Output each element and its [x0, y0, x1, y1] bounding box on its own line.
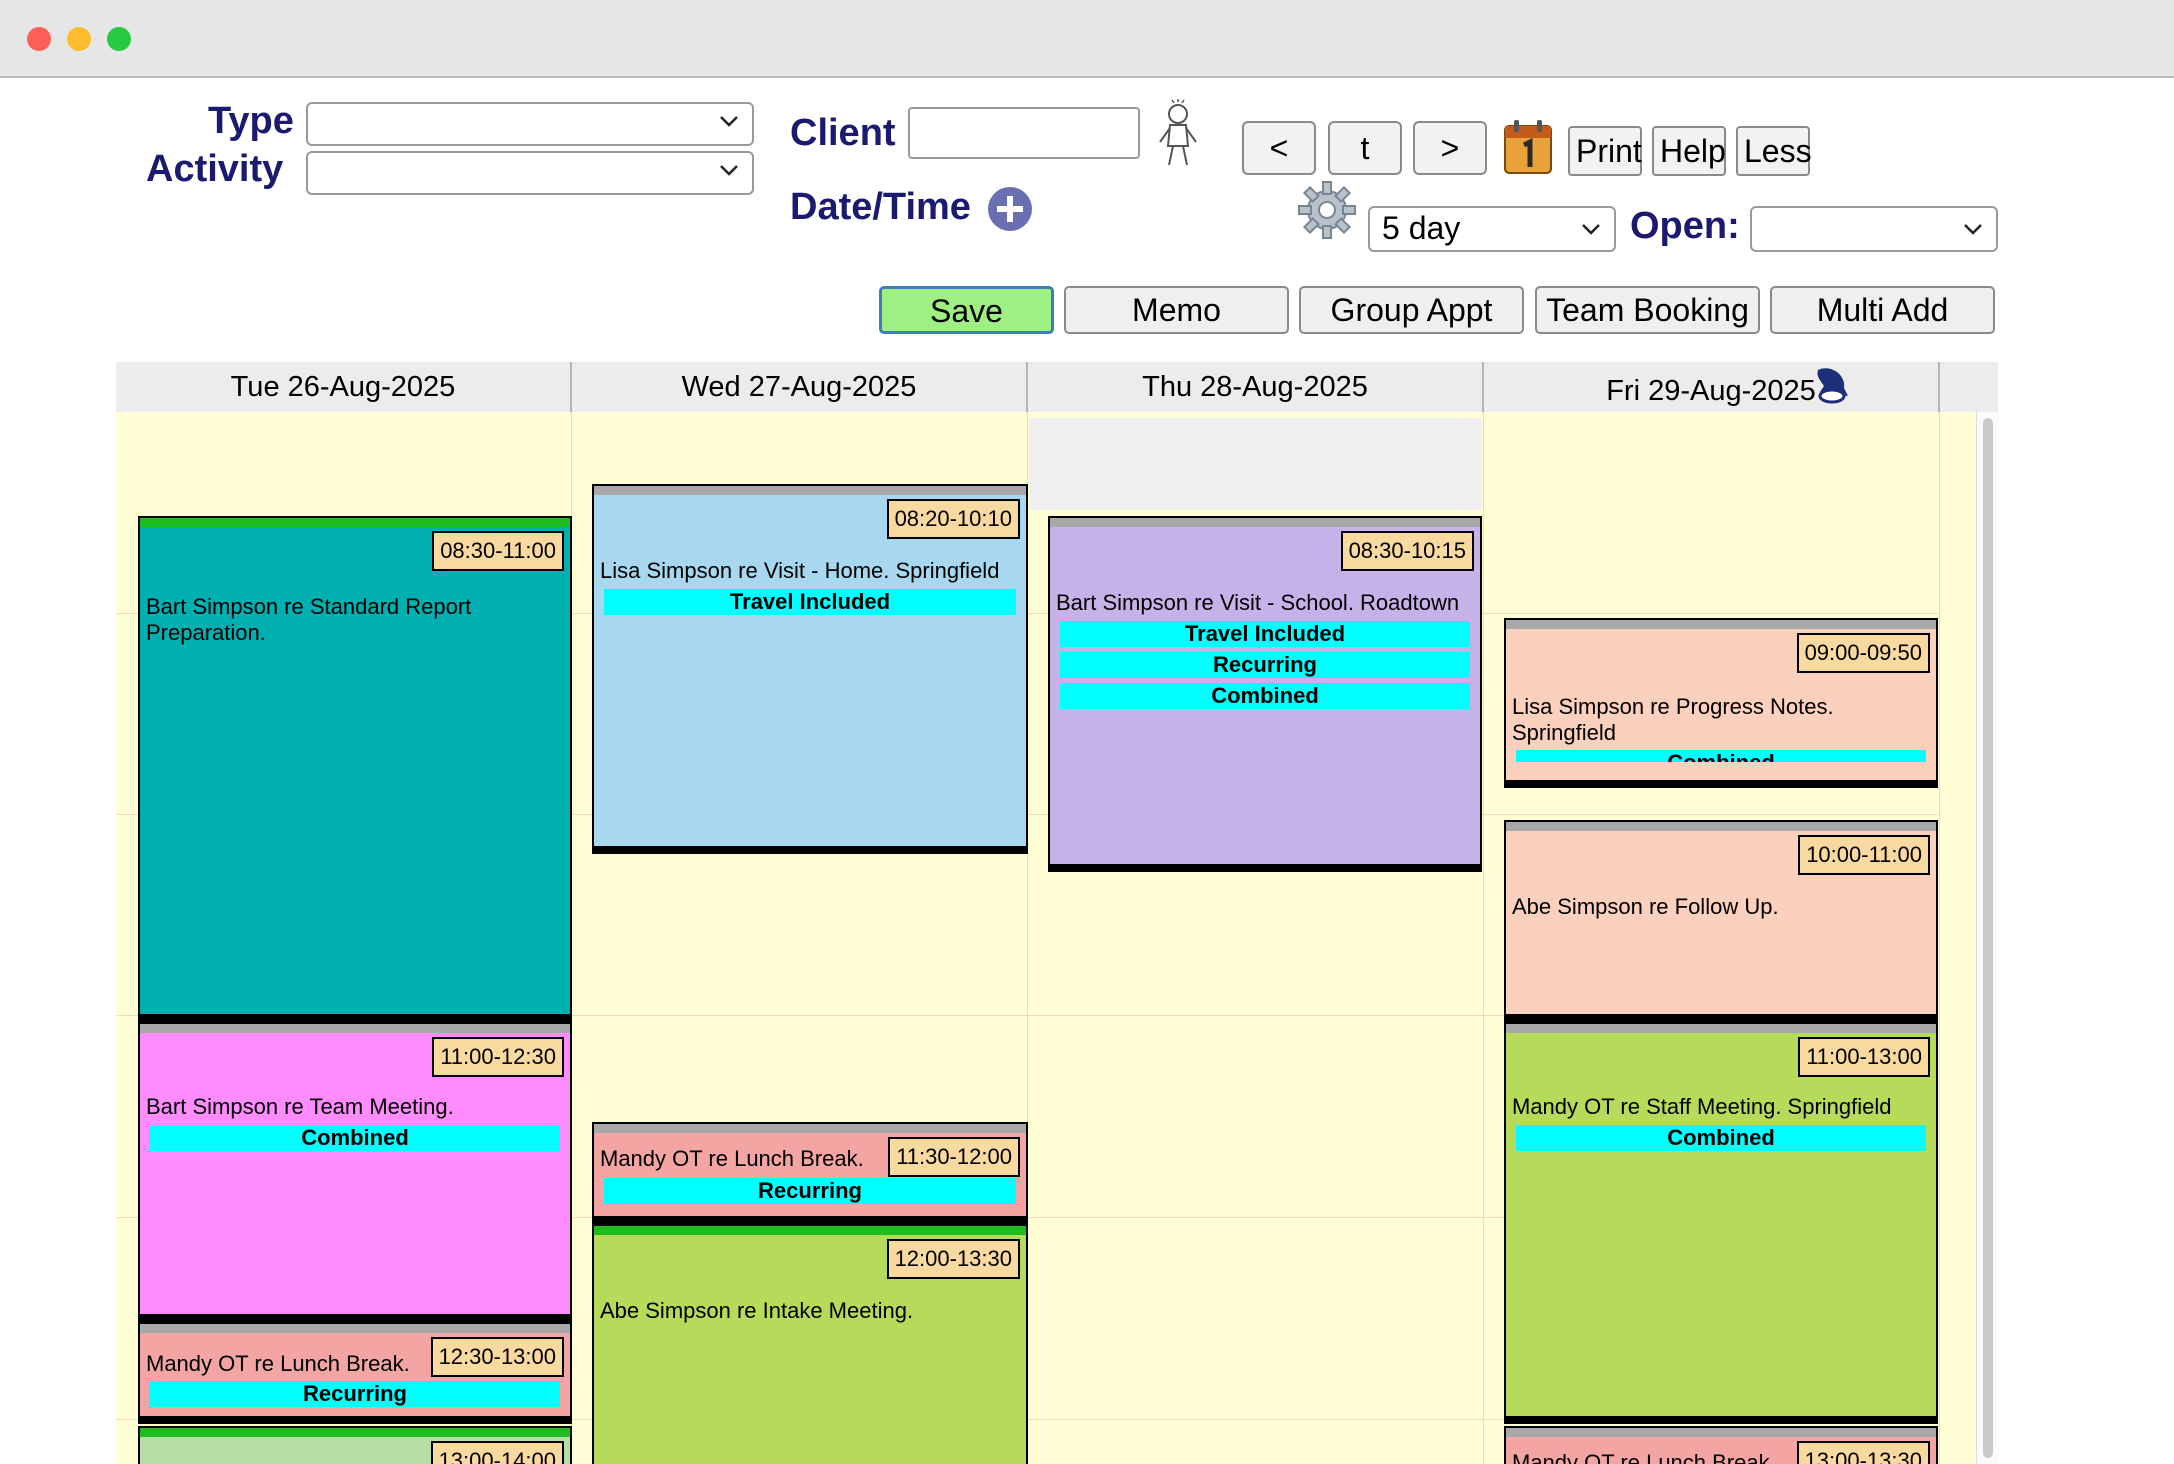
appointment-time: 09:00-09:50	[1796, 633, 1930, 673]
scrollbar-thumb[interactable]	[1983, 418, 1993, 1458]
appointment[interactable]: 09:00-09:50 Lisa Simpson re Progress Not…	[1504, 618, 1938, 788]
activity-select[interactable]	[306, 151, 754, 195]
appointment[interactable]: 12:00-13:30 Abe Simpson re Intake Meetin…	[592, 1224, 1028, 1464]
unavailable-block	[1029, 418, 1482, 510]
team-booking-button[interactable]: Team Booking	[1535, 286, 1760, 334]
prev-button[interactable]: <	[1242, 121, 1316, 175]
chevron-down-icon	[1964, 224, 1982, 235]
type-label: Type	[208, 100, 294, 142]
combined-tag: Combined	[1060, 683, 1470, 709]
header-spacer	[1940, 362, 1998, 412]
appointment[interactable]: 08:30-10:15 Bart Simpson re Visit - Scho…	[1048, 516, 1482, 872]
appointment-text: Mandy OT re Lunch Break.	[1512, 1450, 1776, 1464]
chevron-down-icon	[1582, 224, 1600, 235]
add-circle-icon[interactable]	[987, 186, 1033, 232]
gear-icon[interactable]	[1297, 180, 1357, 240]
multi-add-button[interactable]: Multi Add	[1770, 286, 1995, 334]
day-header[interactable]: Tue 26-Aug-2025	[116, 362, 572, 412]
appointment-text: Bart Simpson re Standard Report Preparat…	[146, 594, 472, 645]
calendar-scrollbar[interactable]	[1976, 412, 1999, 1464]
print-button[interactable]: Print	[1568, 126, 1642, 176]
datetime-label: Date/Time	[790, 186, 971, 228]
today-button[interactable]: t	[1328, 121, 1402, 175]
appointment-text: Abe Simpson re Intake Meeting.	[600, 1298, 914, 1323]
day-header[interactable]: Wed 27-Aug-2025	[572, 362, 1028, 412]
bell-icon[interactable]	[1810, 364, 1852, 404]
appointment-text: Abe Simpson re Follow Up.	[1512, 894, 1779, 919]
help-button[interactable]: Help	[1652, 126, 1726, 176]
travel-tag: Travel Included	[1060, 621, 1470, 647]
minimize-window-button[interactable]	[67, 27, 91, 51]
appointment-text: Mandy OT re Staff Meeting. Springfield	[1512, 1094, 1892, 1119]
client-label: Client	[790, 112, 896, 154]
appointment-text: Lisa Simpson re Visit - Home. Springfiel…	[600, 558, 1000, 583]
memo-button[interactable]: Memo	[1064, 286, 1289, 334]
day-header-label: Fri 29-Aug-2025	[1606, 375, 1816, 407]
appointment[interactable]: 13:00-13:30 Mandy OT re Lunch Break.	[1504, 1426, 1938, 1464]
combined-tag: Combined	[150, 1125, 560, 1151]
chevron-down-icon	[720, 165, 738, 176]
appointment-text: Lisa Simpson re Progress Notes. Springfi…	[1512, 694, 1834, 745]
recurring-tag: Recurring	[604, 1178, 1016, 1204]
combined-tag: Combined	[1516, 1125, 1926, 1151]
appointment-time: 12:00-13:30	[886, 1239, 1020, 1279]
appointment-text: Mandy OT re Lunch Break.	[146, 1351, 410, 1376]
close-window-button[interactable]	[27, 27, 51, 51]
appointment[interactable]: 08:30-11:00 Bart Simpson re Standard Rep…	[138, 516, 572, 1022]
calendar-icon[interactable]	[1502, 118, 1554, 176]
appointment-time: 08:30-10:15	[1340, 531, 1474, 571]
save-button[interactable]: Save	[879, 286, 1054, 334]
type-select[interactable]	[306, 102, 754, 146]
person-icon[interactable]	[1156, 98, 1200, 168]
open-select[interactable]	[1750, 206, 1998, 252]
appointment[interactable]: 11:30-12:00 Mandy OT re Lunch Break. Rec…	[592, 1122, 1028, 1224]
appointment[interactable]: 11:00-12:30 Bart Simpson re Team Meeting…	[138, 1022, 572, 1322]
day-header[interactable]: Thu 28-Aug-2025	[1028, 362, 1484, 412]
less-button[interactable]: Less	[1736, 126, 1812, 176]
travel-tag: Travel Included	[604, 589, 1016, 615]
appointment-time: 13:00-14:00	[430, 1441, 564, 1464]
appointment-time: 08:20-10:10	[886, 499, 1020, 539]
appointment-time: 10:00-11:00	[1798, 835, 1930, 875]
appointment-text: Bart Simpson re Visit - School. Roadtown	[1056, 590, 1460, 615]
appointment-text: Mandy OT re Lunch Break.	[600, 1146, 864, 1171]
client-input[interactable]	[908, 107, 1140, 159]
zoom-window-button[interactable]	[107, 27, 131, 51]
combined-tag: Combined	[1516, 750, 1926, 762]
open-label: Open:	[1630, 205, 1740, 247]
appointment[interactable]: 13:00-14:00	[138, 1426, 572, 1464]
recurring-tag: Recurring	[150, 1381, 560, 1407]
window-titlebar	[0, 0, 2174, 78]
view-select-value: 5 day	[1382, 210, 1461, 246]
view-select[interactable]: 5 day	[1368, 206, 1616, 252]
appointment-text: Bart Simpson re Team Meeting.	[146, 1094, 454, 1119]
day-header[interactable]: Fri 29-Aug-2025	[1484, 362, 1940, 412]
appointment-time: 11:00-12:30	[432, 1037, 564, 1077]
appointment[interactable]: 08:20-10:10 Lisa Simpson re Visit - Home…	[592, 484, 1028, 854]
chevron-down-icon	[720, 116, 738, 127]
next-button[interactable]: >	[1413, 121, 1487, 175]
appointment[interactable]: 12:30-13:00 Mandy OT re Lunch Break. Rec…	[138, 1322, 572, 1424]
appointment[interactable]: 11:00-13:00 Mandy OT re Staff Meeting. S…	[1504, 1022, 1938, 1424]
recurring-tag: Recurring	[1060, 652, 1470, 678]
group-appt-button[interactable]: Group Appt	[1299, 286, 1524, 334]
appointment[interactable]: 10:00-11:00 Abe Simpson re Follow Up.	[1504, 820, 1938, 1022]
appointment-time: 11:00-13:00	[1798, 1037, 1930, 1077]
appointment-time: 08:30-11:00	[432, 531, 564, 571]
activity-label: Activity	[146, 148, 284, 190]
calendar-grid: Tue 26-Aug-2025 Wed 27-Aug-2025 Thu 28-A…	[116, 362, 1998, 1464]
